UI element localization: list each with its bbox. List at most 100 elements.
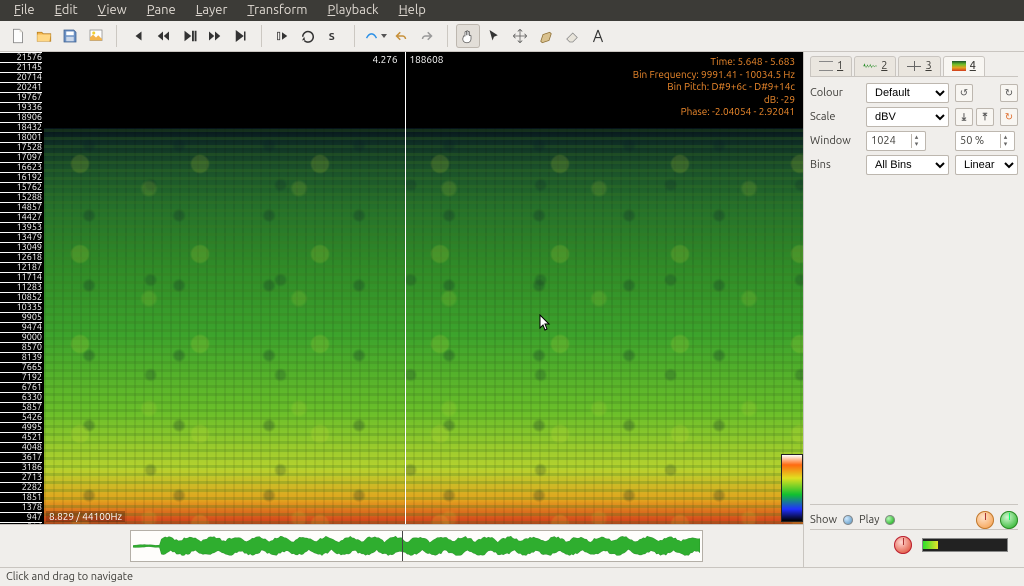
freq-tick: 17097	[0, 152, 42, 162]
spectrogram-pane[interactable]: 2157621145207142024119767193361890618432…	[0, 52, 803, 524]
open-file-button[interactable]	[32, 24, 56, 48]
scale-reset-button[interactable]: ↻	[1000, 108, 1018, 126]
window-overlap-down[interactable]: ▾	[1000, 141, 1010, 148]
bin-scale-select[interactable]: Linear	[955, 155, 1018, 175]
window-overlap-value: 50 %	[960, 135, 984, 147]
freq-tick: 9905	[0, 312, 42, 322]
measure-tool-button[interactable]	[586, 24, 610, 48]
freq-tick: 8570	[0, 342, 42, 352]
cursor-tool-group	[456, 24, 610, 48]
freq-tick: 3617	[0, 452, 42, 462]
window-size-value: 1024	[871, 135, 896, 147]
skip-end-button[interactable]	[229, 24, 253, 48]
layer-thumb-crosshair-icon	[907, 61, 921, 71]
redo-button[interactable]	[415, 24, 439, 48]
overview-pane[interactable]	[0, 524, 803, 567]
draw-tool-button[interactable]	[534, 24, 558, 48]
freq-tick: 17528	[0, 142, 42, 152]
loop-button[interactable]	[296, 24, 320, 48]
layer-tab-label: 3	[925, 60, 931, 72]
edit-tool-dropdown[interactable]	[363, 24, 387, 48]
undo-button[interactable]	[389, 24, 413, 48]
freq-tick: 7192	[0, 372, 42, 382]
spectrogram-canvas[interactable]: 4.276 188608 Time: 5.648 - 5.683 Bin Fre…	[44, 52, 803, 524]
colour-select[interactable]: Default	[866, 83, 949, 103]
menu-playback[interactable]: Playback	[318, 0, 389, 21]
play-pause-button[interactable]	[177, 24, 201, 48]
toolbar: S	[0, 21, 1024, 52]
hand-tool-button[interactable]	[456, 24, 480, 48]
layer-tab-4[interactable]: 4	[943, 56, 985, 76]
freq-tick: 1851	[0, 492, 42, 502]
scale-min-button[interactable]: ⤓	[955, 108, 973, 126]
fast-forward-button[interactable]	[203, 24, 227, 48]
colour-scale	[781, 454, 803, 522]
playhead-frame-label: 188608	[408, 54, 446, 65]
layer-tab-2[interactable]: 2	[854, 56, 896, 76]
solo-button[interactable]: S	[322, 24, 346, 48]
freq-tick: 12618	[0, 252, 42, 262]
scale-max-button[interactable]: ⤒	[976, 108, 994, 126]
layer-thumb-spec-icon	[952, 61, 966, 71]
window-overlap-input[interactable]: 50 % ▴▾	[955, 131, 1015, 151]
layer-tab-3[interactable]: 3	[898, 56, 940, 76]
menu-layer[interactable]: Layer	[186, 0, 238, 21]
playhead-time-label: 4.276	[371, 54, 400, 65]
save-button[interactable]	[58, 24, 82, 48]
freq-tick: 19767	[0, 92, 42, 102]
freq-tick: 16623	[0, 162, 42, 172]
menu-view[interactable]: View	[88, 0, 137, 21]
playhead-line[interactable]	[405, 52, 406, 524]
layer-tab-label: 1	[837, 60, 843, 72]
skip-start-button[interactable]	[125, 24, 149, 48]
move-tool-button[interactable]	[508, 24, 532, 48]
window-label: Window	[810, 135, 860, 147]
speed-dial[interactable]	[894, 536, 912, 554]
freq-tick: 1378	[0, 502, 42, 512]
freq-tick: 6761	[0, 382, 42, 392]
overview-frame[interactable]	[130, 530, 703, 562]
menu-file[interactable]: File	[4, 0, 45, 21]
pane-area: 2157621145207142024119767193361890618432…	[0, 52, 804, 566]
window-size-down[interactable]: ▾	[911, 141, 921, 148]
play-led[interactable]	[885, 515, 895, 525]
freq-tick: 2282	[0, 482, 42, 492]
erase-tool-button[interactable]	[560, 24, 584, 48]
layer-pan-dial[interactable]	[1000, 511, 1018, 529]
zoom-readout: 8.829 / 44100Hz	[46, 511, 125, 522]
global-play-bar	[810, 529, 1018, 561]
colour-cycle-next-button[interactable]: ↻	[1000, 84, 1018, 102]
freq-tick: 9474	[0, 322, 42, 332]
window-size-input[interactable]: 1024 ▴▾	[866, 131, 926, 151]
rewind-button[interactable]	[151, 24, 175, 48]
layer-tab-label: 2	[881, 60, 887, 72]
menu-help[interactable]: Help	[389, 0, 436, 21]
layer-thumb-ruler-icon	[819, 61, 833, 71]
freq-tick: 12187	[0, 262, 42, 272]
file-tool-group	[6, 24, 108, 48]
show-led[interactable]	[843, 515, 853, 525]
layer-gain-dial[interactable]	[976, 511, 994, 529]
freq-tick: 13479	[0, 232, 42, 242]
menu-edit[interactable]: Edit	[45, 0, 88, 21]
freq-tick: 11714	[0, 272, 42, 282]
export-image-button[interactable]	[84, 24, 108, 48]
scale-select[interactable]: dBV	[866, 107, 949, 127]
freq-tick: 21576	[0, 52, 42, 62]
freq-tick: 7665	[0, 362, 42, 372]
layer-tab-1[interactable]: 1	[810, 56, 852, 76]
info-frequency: Bin Frequency: 9991.41 - 10034.5 Hz	[633, 69, 795, 82]
play-selection-button[interactable]	[270, 24, 294, 48]
new-file-button[interactable]	[6, 24, 30, 48]
freq-tick: 15762	[0, 182, 42, 192]
menu-pane[interactable]: Pane	[137, 0, 186, 21]
pointer-tool-button[interactable]	[482, 24, 506, 48]
info-overlay: Time: 5.648 - 5.683 Bin Frequency: 9991.…	[629, 54, 799, 121]
overview-position-marker[interactable]	[402, 531, 403, 561]
info-time: Time: 5.648 - 5.683	[633, 56, 795, 69]
bins-select[interactable]: All Bins	[866, 155, 949, 175]
transport-tool-group	[125, 24, 253, 48]
colour-cycle-prev-button[interactable]: ↺	[955, 84, 973, 102]
layer-tabs: 1 2 34	[810, 56, 1018, 77]
menu-transform[interactable]: Transform	[237, 0, 317, 21]
